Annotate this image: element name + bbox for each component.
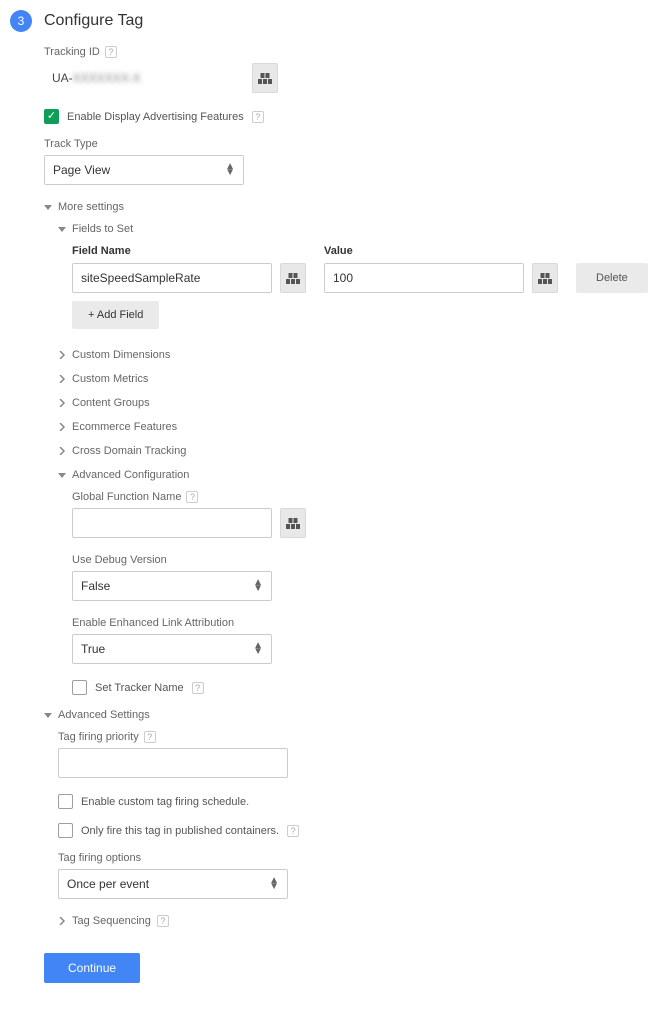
track-type-select[interactable]: Page View ▲▼ [44, 155, 244, 185]
chevron-right-icon [58, 351, 66, 359]
advanced-config-toggle[interactable]: Advanced Configuration [58, 469, 648, 481]
field-name-header: Field Name [72, 245, 306, 257]
enhanced-link-label: Enable Enhanced Link Attribution [72, 617, 234, 629]
help-icon[interactable]: ? [186, 491, 198, 503]
custom-metrics-label: Custom Metrics [72, 373, 148, 385]
help-icon[interactable]: ? [105, 46, 117, 58]
help-icon[interactable]: ? [287, 825, 299, 837]
fields-to-set-label: Fields to Set [72, 223, 133, 235]
cross-domain-label: Cross Domain Tracking [72, 445, 186, 457]
ecommerce-toggle[interactable]: Ecommerce Features [58, 421, 648, 433]
track-type-label: Track Type [44, 138, 98, 150]
custom-dimensions-toggle[interactable]: Custom Dimensions [58, 349, 648, 361]
brick-icon [258, 72, 272, 84]
tracking-id-input[interactable]: UA-XXXXXXX-X [44, 71, 244, 85]
only-published-checkbox[interactable] [58, 823, 73, 838]
chevron-right-icon [58, 399, 66, 407]
chevron-right-icon [58, 447, 66, 455]
content-groups-toggle[interactable]: Content Groups [58, 397, 648, 409]
tracking-id-prefix: UA- [52, 71, 73, 85]
chevron-down-icon [58, 227, 66, 232]
priority-label: Tag firing priority [58, 731, 139, 743]
updown-icon: ▲▼ [253, 643, 263, 655]
help-icon[interactable]: ? [157, 915, 169, 927]
global-fn-label: Global Function Name [72, 491, 181, 503]
ecommerce-label: Ecommerce Features [72, 421, 177, 433]
tag-sequencing-toggle[interactable]: Tag Sequencing ? [58, 915, 648, 927]
field-value-input[interactable] [324, 263, 524, 293]
display-advertising-checkbox[interactable] [44, 109, 59, 124]
add-field-button[interactable]: + Add Field [72, 301, 159, 329]
firing-options-label: Tag firing options [58, 852, 141, 864]
step-badge: 3 [10, 10, 32, 32]
updown-icon: ▲▼ [225, 164, 235, 176]
tracking-id-label: Tracking ID [44, 46, 100, 58]
debug-select[interactable]: False ▲▼ [72, 571, 272, 601]
cross-domain-toggle[interactable]: Cross Domain Tracking [58, 445, 648, 457]
chevron-right-icon [58, 375, 66, 383]
page-title: Configure Tag [44, 12, 648, 30]
help-icon[interactable]: ? [144, 731, 156, 743]
global-fn-input[interactable] [72, 508, 272, 538]
tracking-id-redacted: XXXXXXX-X [73, 71, 141, 85]
variable-picker-button[interactable] [280, 508, 306, 538]
continue-button[interactable]: Continue [44, 953, 140, 983]
fields-to-set-toggle[interactable]: Fields to Set [58, 223, 648, 235]
tag-sequencing-label: Tag Sequencing [72, 915, 151, 927]
custom-schedule-checkbox[interactable] [58, 794, 73, 809]
brick-icon [286, 517, 300, 529]
custom-metrics-toggle[interactable]: Custom Metrics [58, 373, 648, 385]
advanced-settings-toggle[interactable]: Advanced Settings [44, 709, 648, 721]
chevron-right-icon [58, 423, 66, 431]
debug-value: False [81, 579, 110, 593]
chevron-down-icon [58, 473, 66, 478]
field-name-input[interactable] [72, 263, 272, 293]
chevron-right-icon [58, 917, 66, 925]
help-icon[interactable]: ? [252, 111, 264, 123]
brick-icon [286, 272, 300, 284]
set-tracker-checkbox[interactable] [72, 680, 87, 695]
delete-field-button[interactable]: Delete [576, 263, 648, 293]
track-type-value: Page View [53, 163, 110, 177]
firing-options-value: Once per event [67, 877, 149, 891]
value-header: Value [324, 245, 558, 257]
enhanced-link-select[interactable]: True ▲▼ [72, 634, 272, 664]
more-settings-label: More settings [58, 201, 124, 213]
advanced-settings-label: Advanced Settings [58, 709, 150, 721]
content-groups-label: Content Groups [72, 397, 150, 409]
display-advertising-label: Enable Display Advertising Features [67, 111, 244, 123]
updown-icon: ▲▼ [269, 878, 279, 890]
variable-picker-button[interactable] [252, 63, 278, 93]
chevron-down-icon [44, 205, 52, 210]
brick-icon [538, 272, 552, 284]
custom-schedule-label: Enable custom tag firing schedule. [81, 796, 249, 808]
set-tracker-label: Set Tracker Name [95, 682, 184, 694]
firing-options-select[interactable]: Once per event ▲▼ [58, 869, 288, 899]
chevron-down-icon [44, 713, 52, 718]
advanced-config-label: Advanced Configuration [72, 469, 189, 481]
custom-dimensions-label: Custom Dimensions [72, 349, 170, 361]
updown-icon: ▲▼ [253, 580, 263, 592]
help-icon[interactable]: ? [192, 682, 204, 694]
enhanced-link-value: True [81, 642, 105, 656]
debug-label: Use Debug Version [72, 554, 167, 566]
variable-picker-button[interactable] [532, 263, 558, 293]
variable-picker-button[interactable] [280, 263, 306, 293]
only-published-label: Only fire this tag in published containe… [81, 825, 279, 837]
priority-input[interactable] [58, 748, 288, 778]
more-settings-toggle[interactable]: More settings [44, 201, 648, 213]
